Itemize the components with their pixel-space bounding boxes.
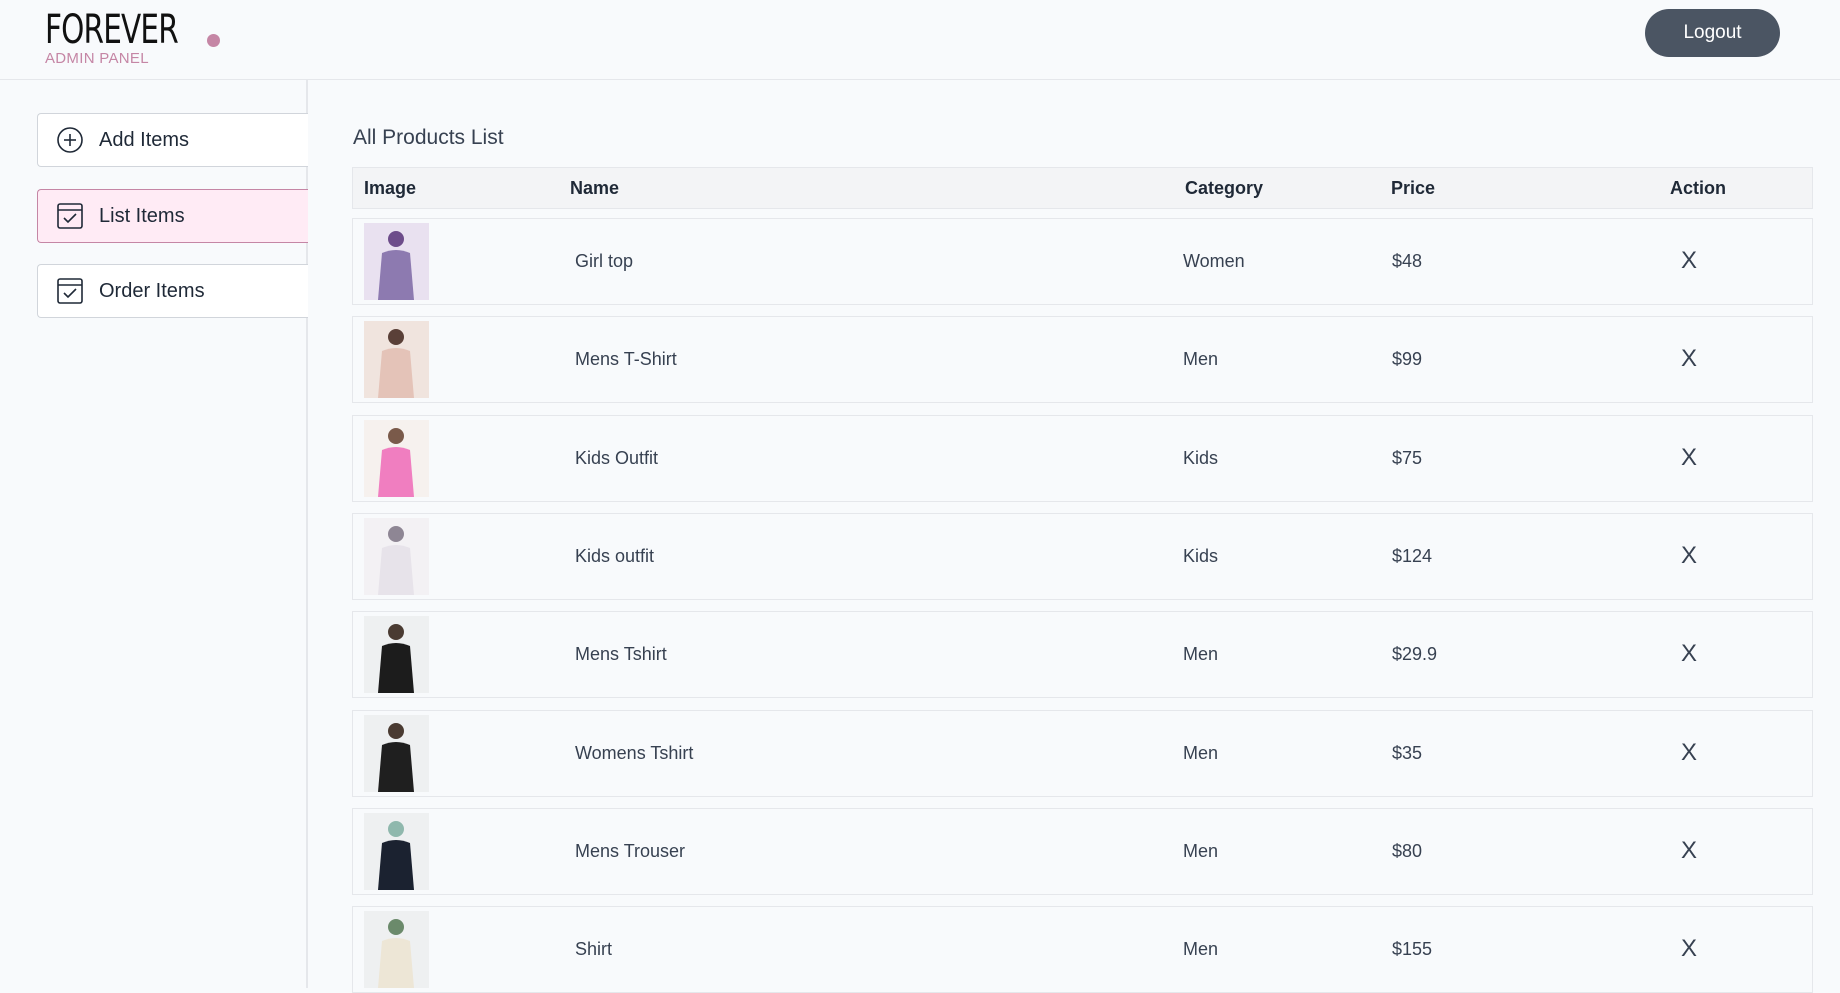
column-header-action: Action: [1670, 178, 1726, 198]
product-category: Men: [1183, 349, 1219, 370]
column-header-image: Image: [364, 178, 417, 198]
delete-product-button[interactable]: X: [1681, 640, 1697, 668]
product-category: Women: [1183, 251, 1245, 271]
product-price: $155: [1392, 939, 1433, 960]
delete-product-button[interactable]: X: [1681, 247, 1697, 275]
product-image: [364, 911, 429, 989]
table-row: Shirt Men $155 X: [352, 906, 1813, 993]
product-image: [364, 223, 429, 300]
delete-product-button[interactable]: X: [1681, 837, 1697, 865]
product-image: [364, 517, 429, 595]
product-name: Shirt: [575, 939, 613, 960]
sidebar-item-label: List Items: [99, 204, 185, 227]
product-image: [364, 321, 429, 399]
delete-product-button[interactable]: X: [1681, 444, 1697, 472]
product-price: $99: [1392, 349, 1423, 370]
product-name: Kids Outfit: [575, 447, 659, 468]
product-name: Womens Tshirt: [575, 742, 694, 763]
column-header-name: Name: [570, 178, 620, 198]
top-header: FOREVER ADMIN PANEL Logout: [0, 0, 1840, 80]
table-row: Mens Tshirt Men $29.9 X: [352, 611, 1813, 699]
table-row: Womens Tshirt Men $35 X: [352, 709, 1813, 797]
product-price: $80: [1392, 840, 1423, 861]
logo-text: FOREVER: [45, 7, 179, 53]
sidebar-item-add-items[interactable]: Add Items: [37, 113, 308, 167]
product-price: $75: [1392, 447, 1423, 468]
product-image: [364, 812, 429, 890]
delete-product-button[interactable]: X: [1681, 345, 1697, 373]
delete-product-button[interactable]: X: [1681, 935, 1697, 963]
product-name: Mens Tshirt: [575, 644, 667, 665]
logo: FOREVER ADMIN PANEL: [45, 7, 220, 67]
logo-dot: [207, 34, 220, 47]
product-price: $35: [1392, 742, 1423, 763]
column-header-category: Category: [1185, 178, 1264, 198]
product-name: Kids outfit: [575, 545, 655, 566]
product-name: Girl top: [575, 251, 634, 271]
product-category: Men: [1183, 840, 1219, 861]
table-row: Girl top Women $48 X: [352, 218, 1813, 305]
delete-product-button[interactable]: X: [1681, 739, 1697, 767]
product-category: Men: [1183, 644, 1219, 665]
checkbox-icon: [55, 276, 85, 306]
table-row: Mens T-Shirt Men $99 X: [352, 316, 1813, 404]
product-category: Kids: [1183, 545, 1219, 566]
checkbox-icon: [55, 201, 85, 231]
logout-button[interactable]: Logout: [1645, 9, 1780, 57]
product-price: $29.9: [1392, 644, 1438, 665]
sidebar-item-order-items[interactable]: Order Items: [37, 264, 308, 318]
product-category: Men: [1183, 939, 1219, 960]
sidebar-item-label: Order Items: [99, 279, 205, 302]
column-header-price: Price: [1391, 178, 1436, 198]
product-image: [364, 616, 429, 694]
product-image: [364, 419, 429, 497]
sidebar: Add Items List Items Order Items: [0, 80, 308, 988]
table-header: Image Name Category Price Action: [352, 167, 1813, 209]
table-row: Mens Trouser Men $80 X: [352, 807, 1813, 895]
product-category: Men: [1183, 742, 1219, 763]
product-price: $48: [1392, 251, 1423, 271]
product-name: Mens Trouser: [575, 840, 686, 861]
delete-product-button[interactable]: X: [1681, 542, 1697, 570]
table-row: Kids outfit Kids $124 X: [352, 512, 1813, 600]
page-title: All Products List: [353, 126, 504, 149]
sidebar-item-label: Add Items: [99, 128, 190, 151]
sidebar-item-list-items[interactable]: List Items: [37, 189, 308, 243]
product-image: [364, 714, 429, 792]
product-name: Mens T-Shirt: [575, 349, 677, 370]
product-category: Kids: [1183, 447, 1219, 468]
table-row: Kids Outfit Kids $75 X: [352, 414, 1813, 502]
plus-circle-icon: [55, 125, 85, 155]
product-price: $124: [1392, 545, 1433, 566]
